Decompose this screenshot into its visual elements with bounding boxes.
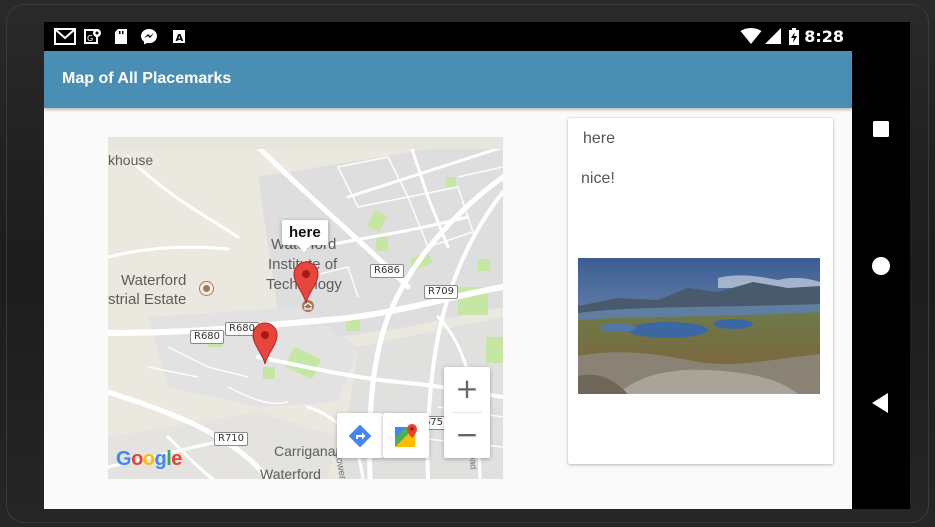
svg-text:G: G bbox=[87, 34, 93, 43]
placemark-description: nice! bbox=[581, 170, 615, 187]
back-button[interactable] bbox=[866, 388, 896, 418]
map-marker[interactable] bbox=[251, 321, 279, 365]
map-label-waterford: Waterford bbox=[121, 272, 187, 289]
road-shield-r680: R680 bbox=[190, 330, 225, 344]
device-screen: G A 8:28 Map of All Placemarks khouse Wa… bbox=[44, 22, 852, 509]
directions-icon bbox=[348, 424, 372, 448]
placemark-card[interactable]: here nice! bbox=[568, 118, 833, 464]
gmail-icon bbox=[54, 28, 76, 45]
status-bar: G A 8:28 bbox=[44, 22, 852, 51]
app-bar: Map of All Placemarks bbox=[44, 51, 852, 108]
a-box-icon: A bbox=[173, 30, 185, 44]
navigation-bar bbox=[852, 22, 910, 509]
wifi-icon bbox=[740, 28, 762, 44]
clock: 8:28 bbox=[804, 27, 844, 46]
map-label-waterford-south: Waterford bbox=[260, 466, 321, 479]
zoom-in-button[interactable]: + bbox=[444, 367, 490, 412]
google-maps-icon bbox=[395, 424, 417, 447]
svg-text:A: A bbox=[176, 33, 184, 44]
sd-card-icon bbox=[115, 29, 127, 44]
maps-icon: G bbox=[84, 29, 101, 44]
map-view[interactable]: khouse Waterford strial Estate Waterford… bbox=[108, 137, 503, 479]
placemark-image bbox=[578, 258, 820, 394]
google-logo: Google bbox=[116, 448, 182, 470]
road-shield-r710: R710 bbox=[214, 432, 249, 446]
placemark-title: here bbox=[583, 130, 616, 147]
home-button[interactable] bbox=[866, 251, 896, 281]
map-label-kilhouse: khouse bbox=[108, 152, 154, 168]
road-shield-r686: R686 bbox=[370, 264, 405, 278]
open-in-maps-button[interactable] bbox=[383, 413, 429, 458]
poi-marker[interactable] bbox=[200, 282, 213, 295]
marker-info-window[interactable]: here bbox=[282, 220, 328, 252]
map-marker[interactable] bbox=[292, 260, 320, 304]
page-title: Map of All Placemarks bbox=[62, 70, 232, 87]
battery-charging-icon bbox=[789, 28, 799, 45]
messenger-icon bbox=[141, 29, 157, 45]
recents-button[interactable] bbox=[866, 114, 896, 144]
zoom-out-button[interactable]: − bbox=[444, 413, 490, 458]
signal-icon bbox=[765, 28, 781, 44]
map-label-industrial-estate: strial Estate bbox=[108, 291, 187, 308]
zoom-controls: + − bbox=[444, 367, 490, 458]
directions-button[interactable] bbox=[337, 413, 383, 458]
road-shield-r709: R709 bbox=[424, 285, 459, 299]
